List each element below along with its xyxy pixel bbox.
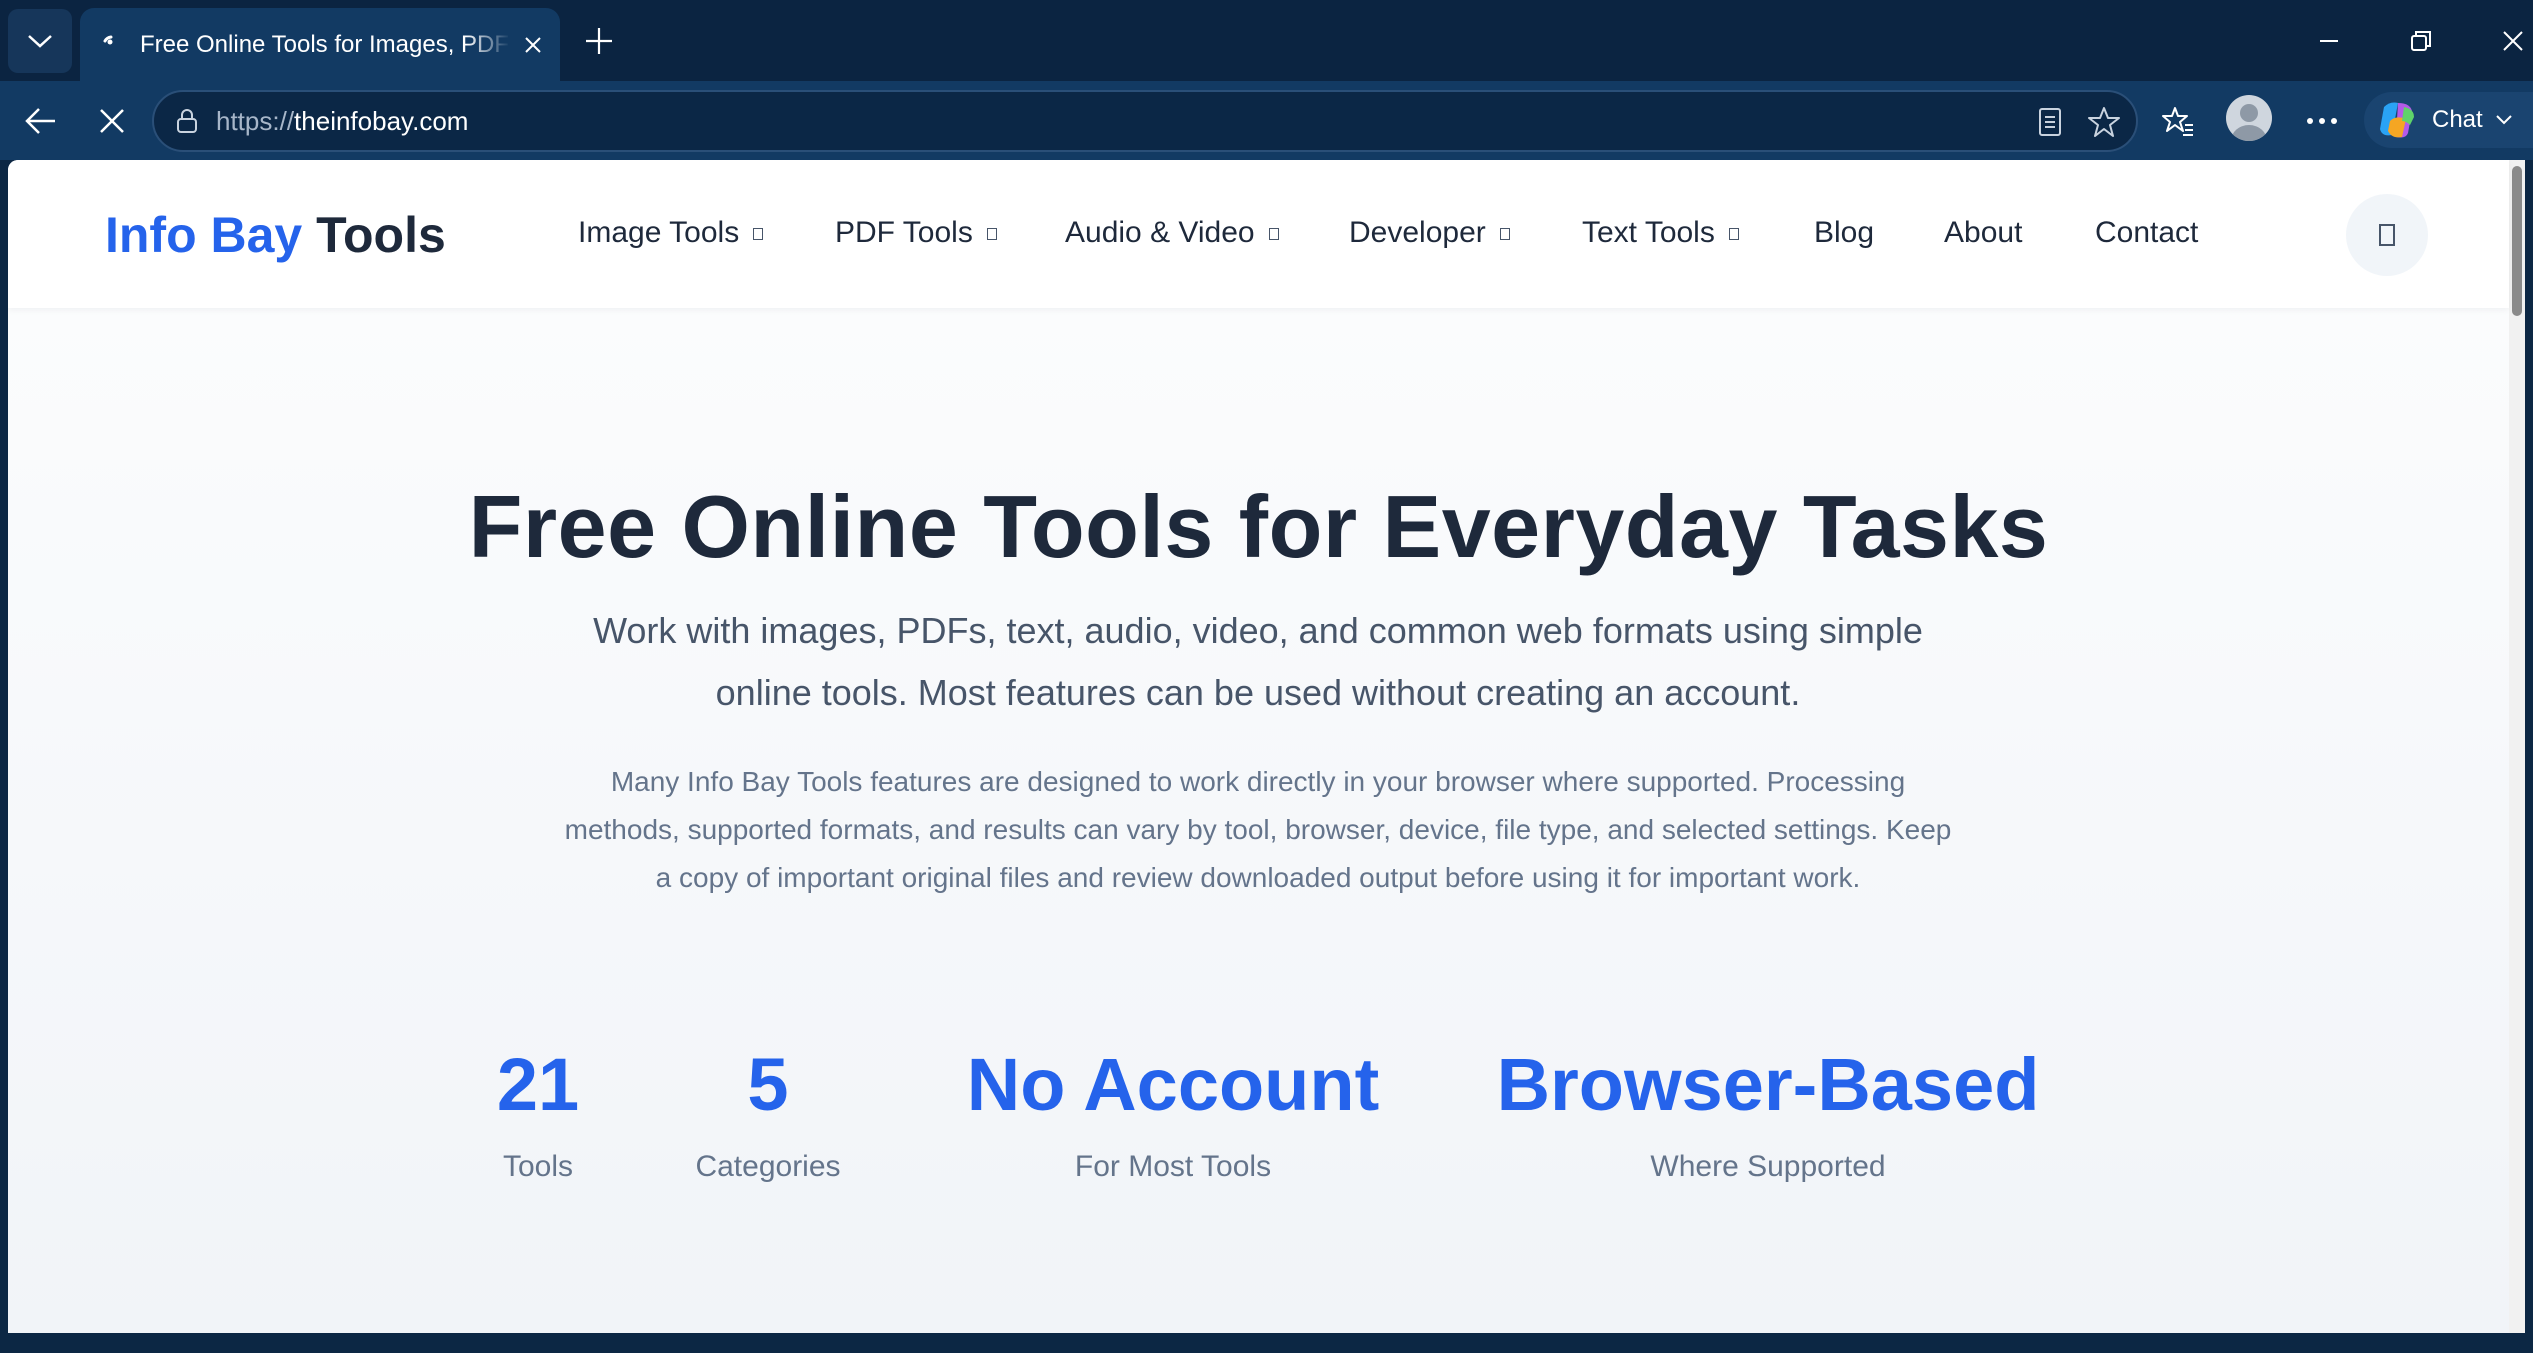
hero-subtitle: Work with images, PDFs, text, audio, vid… (593, 610, 1923, 713)
stat-categories: 5 Categories (648, 1040, 888, 1184)
logo-part-2: Tools (316, 207, 446, 263)
page-viewport: Info Bay Tools Image Tools PDF Tools Aud… (8, 160, 2525, 1333)
browser-toolbar: https://theinfobay.com Chat (0, 81, 2533, 160)
stat-label: Categories (695, 1150, 841, 1183)
scrollbar-thumb[interactable] (2512, 166, 2522, 316)
close-window-button[interactable] (2490, 18, 2533, 64)
minimize-icon (2320, 40, 2338, 42)
nav-label: Contact (2095, 216, 2199, 249)
hero-note: Many Info Bay Tools features are designe… (564, 766, 1952, 893)
stat-browser-based: Browser-Based Where Supported (1458, 1040, 2078, 1184)
stop-loading-button[interactable] (86, 95, 138, 147)
url-text[interactable]: https://theinfobay.com (216, 106, 468, 137)
dropdown-caret-icon (986, 228, 997, 240)
nav-label: Blog (1814, 216, 1875, 249)
nav-text-tools[interactable]: Text Tools (1582, 216, 1739, 250)
nav-blog[interactable]: Blog (1814, 216, 1874, 250)
dropdown-caret-icon (1728, 228, 1739, 240)
new-tab-button[interactable] (576, 18, 622, 64)
favorite-button[interactable] (2084, 102, 2124, 142)
chat-label: Chat (2432, 106, 2483, 133)
url-host: theinfobay.com (294, 106, 469, 136)
stat-no-account: No Account For Most Tools (938, 1040, 1408, 1184)
close-icon (2503, 31, 2523, 51)
copilot-icon (2380, 102, 2414, 138)
nav-label: Image Tools (578, 216, 740, 249)
favorites-icon (2162, 107, 2193, 136)
browser-window: Free Online Tools for Images, PDFs https… (0, 0, 2533, 1353)
tab-title: Free Online Tools for Images, PDFs (140, 30, 510, 58)
address-bar[interactable]: https://theinfobay.com (152, 90, 2138, 152)
site-header: Info Bay Tools Image Tools PDF Tools Aud… (8, 160, 2509, 308)
nav-label: Text Tools (1582, 216, 1715, 249)
stat-label: For Most Tools (1074, 1150, 1272, 1183)
nav-pdf-tools[interactable]: PDF Tools (835, 216, 997, 250)
chevron-down-icon (2495, 115, 2512, 125)
theme-icon (2379, 224, 2395, 246)
nav-label: Audio & Video (1065, 216, 1255, 249)
tab-close-button[interactable] (516, 28, 550, 62)
star-icon (2088, 107, 2120, 137)
stat-value: 5 (747, 1043, 789, 1126)
reader-mode-icon (2039, 108, 2061, 136)
dropdown-caret-icon (1499, 228, 1510, 240)
copilot-chat-button[interactable]: Chat (2364, 92, 2533, 148)
favorites-button[interactable] (2152, 95, 2204, 147)
nav-label: PDF Tools (835, 216, 973, 249)
stop-icon (100, 109, 124, 133)
logo-part-1: Info Bay (105, 207, 303, 263)
nav-about[interactable]: About (1944, 216, 2022, 250)
reader-mode-button[interactable] (2030, 102, 2070, 142)
back-arrow-icon (25, 108, 55, 134)
site-logo[interactable]: Info Bay Tools (105, 206, 446, 264)
loading-icon (96, 30, 126, 60)
lock-icon[interactable] (172, 106, 202, 136)
theme-toggle-button[interactable] (2346, 194, 2428, 276)
dropdown-caret-icon (1268, 228, 1279, 240)
close-icon (525, 36, 541, 53)
nav-image-tools[interactable]: Image Tools (578, 216, 764, 250)
nav-contact[interactable]: Contact (2095, 216, 2198, 250)
stat-tools: 21 Tools (418, 1040, 658, 1184)
nav-audio-video[interactable]: Audio & Video (1065, 216, 1279, 250)
back-button[interactable] (14, 95, 66, 147)
more-icon (2307, 118, 2337, 124)
plus-icon (586, 28, 612, 54)
nav-label: Developer (1349, 216, 1486, 249)
tab-strip: Free Online Tools for Images, PDFs (0, 0, 2533, 81)
url-scheme: https:// (216, 106, 295, 136)
restore-button[interactable] (2398, 18, 2444, 64)
stat-value: No Account (966, 1043, 1380, 1126)
nav-label: About (1944, 216, 2023, 249)
stat-value: 21 (496, 1043, 580, 1126)
avatar[interactable] (2226, 95, 2272, 141)
more-button[interactable] (2296, 95, 2348, 147)
tab-actions-button[interactable] (8, 9, 72, 73)
stat-label: Where Supported (1650, 1150, 1886, 1183)
hero-title: Free Online Tools for Everyday Tasks (468, 477, 2049, 576)
nav-developer[interactable]: Developer (1349, 216, 1510, 250)
chevron-down-icon (28, 35, 52, 48)
dropdown-caret-icon (753, 228, 764, 240)
restore-icon (2411, 31, 2431, 51)
stat-value: Browser-Based (1496, 1043, 2040, 1126)
window-bottom-edge (0, 1333, 2533, 1353)
stat-label: Tools (502, 1150, 574, 1183)
active-tab[interactable]: Free Online Tools for Images, PDFs (80, 8, 560, 81)
minimize-button[interactable] (2306, 18, 2352, 64)
scrollbar[interactable] (2509, 160, 2525, 1333)
